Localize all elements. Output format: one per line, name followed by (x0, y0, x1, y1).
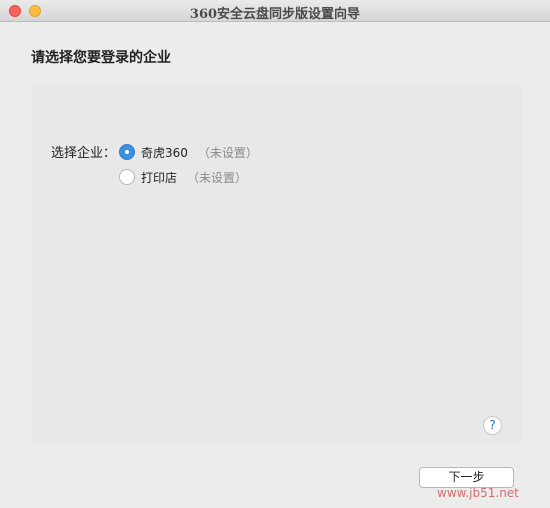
company-option-name[interactable]: 奇虎360 (141, 144, 188, 161)
setup-wizard-window: 360安全云盘同步版设置向导 请选择您要登录的企业 选择企业： 奇虎360 （未… (0, 0, 550, 508)
company-option-name[interactable]: 打印店 (141, 169, 177, 186)
company-option-status: （未设置） (187, 170, 248, 185)
title-bar: 360安全云盘同步版设置向导 (0, 0, 550, 22)
company-select-label: 选择企业： (51, 146, 117, 161)
page-heading: 请选择您要登录的企业 (31, 50, 171, 66)
company-option-qihoo360[interactable]: 奇虎360 （未设置） (119, 143, 258, 161)
content-panel (32, 85, 522, 443)
help-icon[interactable]: ? (483, 416, 502, 435)
radio-button-selected[interactable] (119, 144, 135, 160)
window-title: 360安全云盘同步版设置向导 (189, 7, 361, 22)
company-option-print-shop[interactable]: 打印店 （未设置） (119, 168, 247, 186)
next-button[interactable]: 下一步 (419, 467, 514, 488)
watermark-text: www.jb51.net (437, 486, 519, 500)
radio-button[interactable] (119, 169, 135, 185)
company-option-status: （未设置） (197, 145, 258, 160)
